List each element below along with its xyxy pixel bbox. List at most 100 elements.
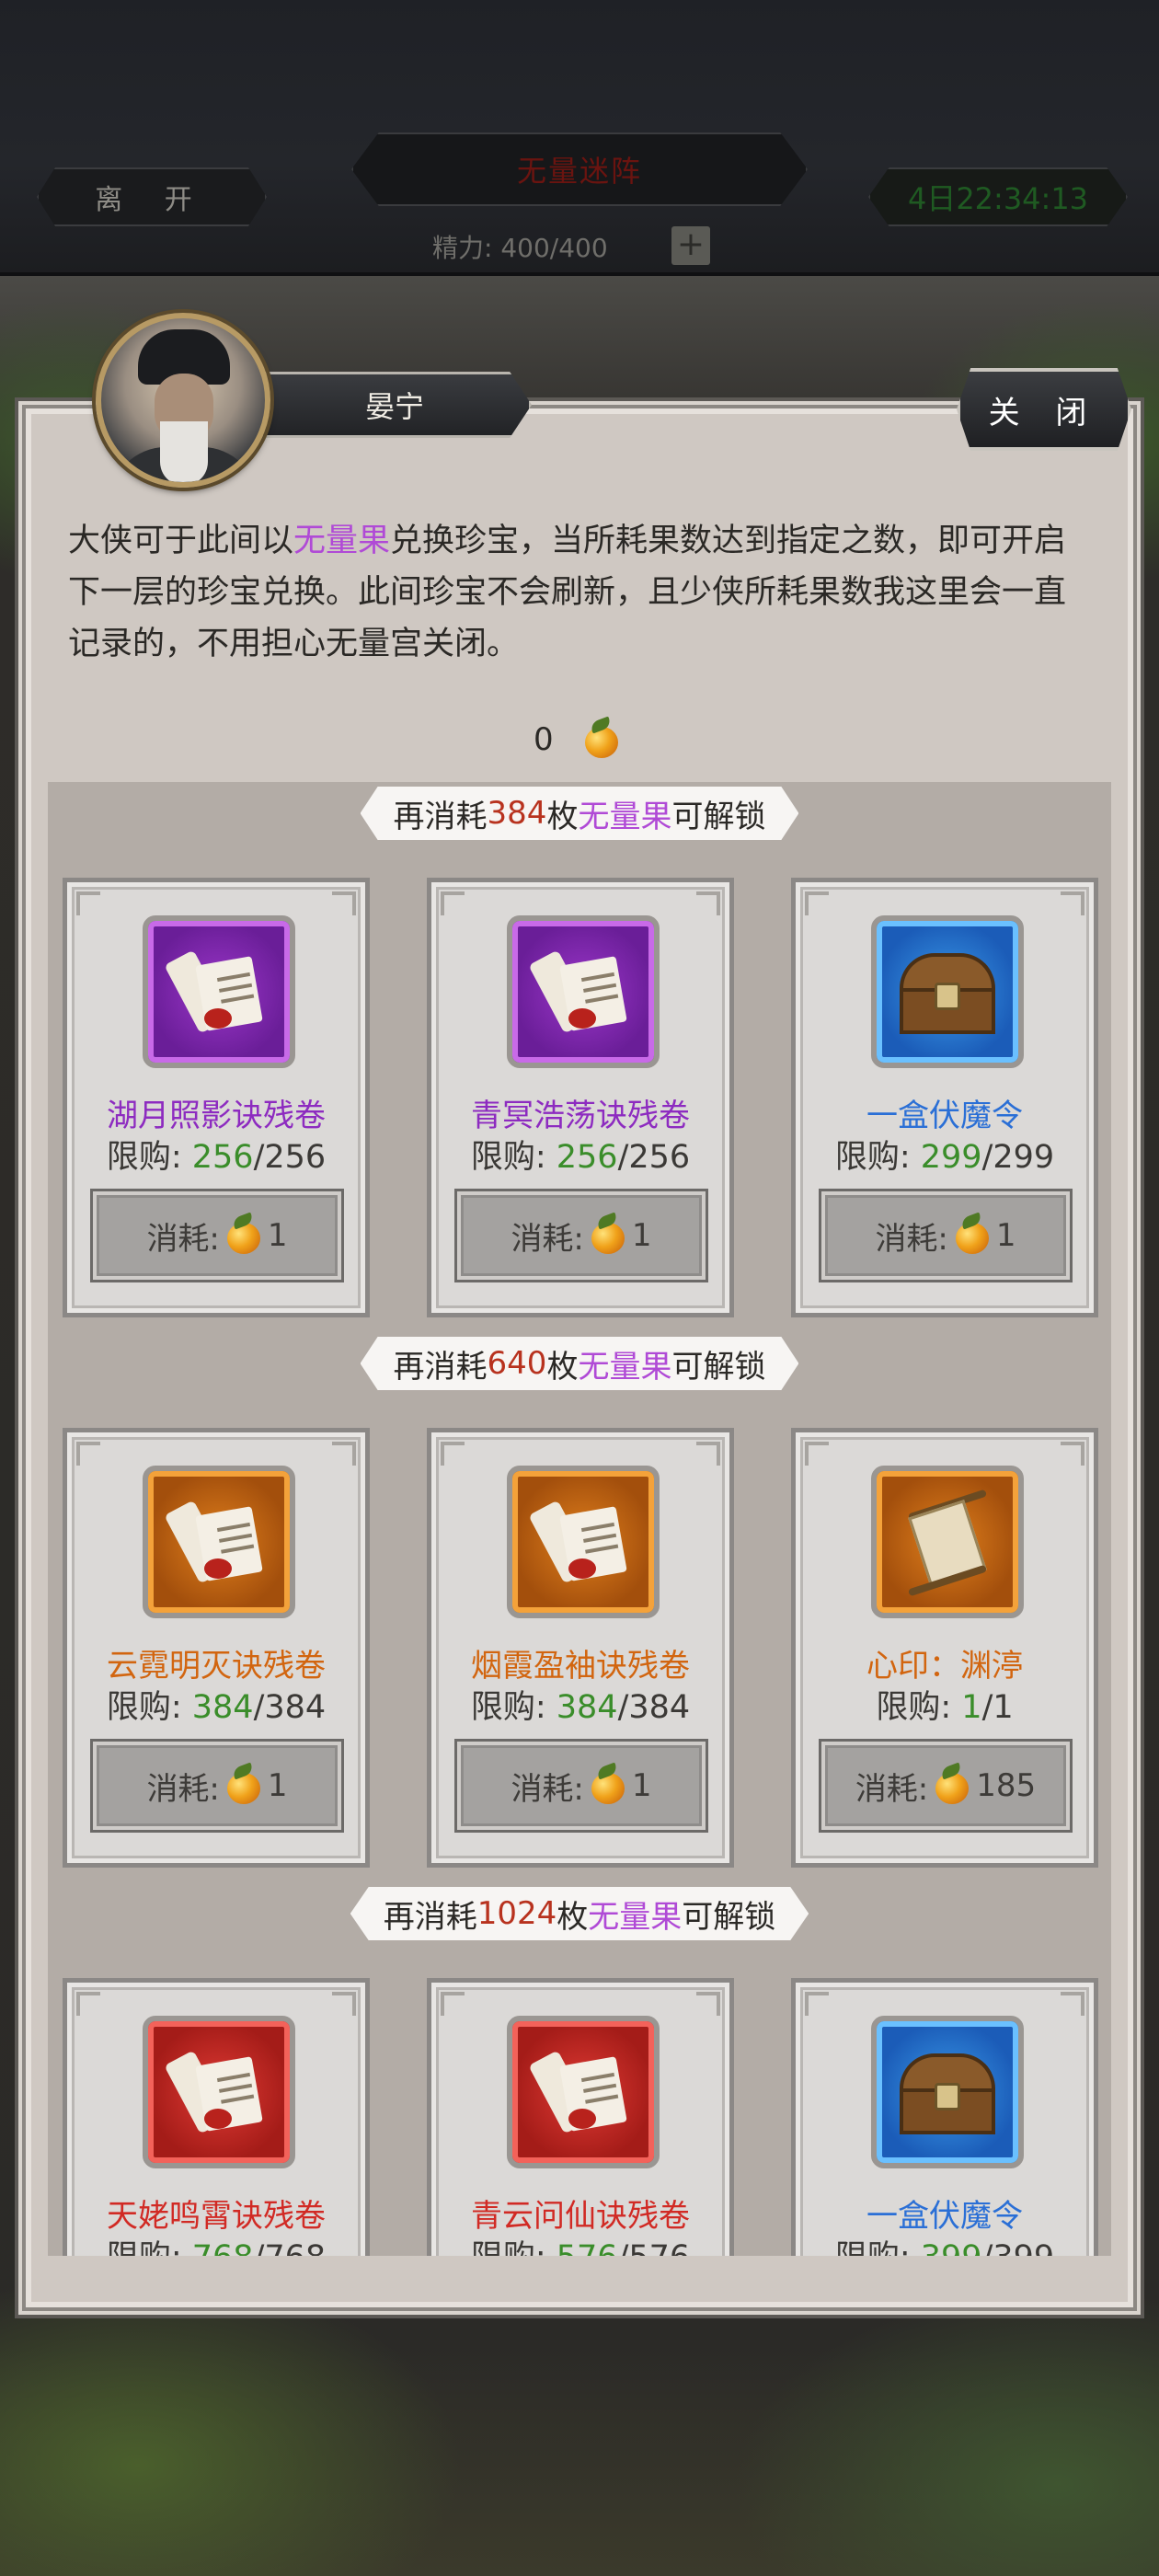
unlock-banner-mid: 枚 [546,1348,579,1386]
purchase-limit-max: /256 [617,1139,691,1176]
unlock-banner-fruit: 无量果 [588,1898,683,1936]
npc-portrait [96,313,270,488]
npc-name: 晏宁 [258,372,532,438]
top-bar: 离 开 无量迷阵 4日22:34:13 精力: 400/400 + [0,0,1159,276]
fruit-total-value: 0 [534,721,554,758]
reward-card[interactable]: 一盒伏魔令 限购: 299/299 消耗: 1 [791,878,1098,1317]
reward-card[interactable]: 一盒伏魔令限购: 399/399消耗:1 [791,1978,1098,2256]
unlock-banner-num: 384 [487,795,547,832]
scroll-icon[interactable] [507,2016,660,2168]
purchase-limit-remaining: 768 [192,2239,254,2256]
purchase-limit-max: /384 [617,1689,691,1726]
exchange-button[interactable]: 消耗: 1 [457,1742,706,1830]
reward-card[interactable]: 烟霞盈袖诀残卷 限购: 384/384 消耗: 1 [427,1428,734,1868]
scroll-icon[interactable] [507,915,660,1068]
cost-value: 1 [267,1217,288,1254]
stage-title: 无量迷阵 [351,132,808,206]
hanging-scroll-icon[interactable] [871,1466,1024,1618]
chest-icon[interactable] [871,2016,1024,2168]
add-energy-button[interactable]: + [671,226,710,265]
cost-label: 消耗: [146,1770,220,1808]
wuliang-fruit-icon [581,719,622,760]
purchase-limit-label: 限购: [471,2239,557,2256]
unlock-banner-fruit: 无量果 [578,798,672,835]
item-name: 青云问仙诀残卷 [471,2198,690,2235]
purchase-limit: 限购: 384/384 [67,1681,365,1728]
purchase-limit: 限购: 399/399 [796,2231,1094,2256]
unlock-banner-post: 可解锁 [682,1898,776,1936]
unlock-banner-num: 640 [487,1345,547,1382]
purchase-limit: 限购: 384/384 [431,1681,729,1728]
unlock-banner-mid: 枚 [557,1898,589,1936]
exchange-button[interactable]: 消耗: 1 [93,1191,341,1280]
exchange-button[interactable]: 消耗: 1 [457,1191,706,1280]
unlock-banner-text: 再消耗 384 枚无量果 可解锁 [360,787,799,840]
purchase-limit-label: 限购: [470,1139,557,1176]
purchase-limit-label: 限购: [106,1689,192,1726]
unlock-banner-text: 再消耗 640 枚无量果 可解锁 [360,1337,799,1390]
reward-card[interactable]: 湖月照影诀残卷 限购: 256/256 消耗: 1 [63,878,370,1317]
scroll-icon[interactable] [507,1466,660,1618]
purchase-limit-label: 限购: [835,2239,921,2256]
exchange-button[interactable]: 消耗: 1 [821,1191,1070,1280]
scroll-icon[interactable] [143,2016,295,2168]
purchase-limit-max: /1 [981,1689,1014,1726]
reward-list[interactable]: 再消耗 384 枚无量果 可解锁 湖月照影诀残卷 限购: 256/256 消耗: 1 青冥浩荡诀… [48,782,1111,2256]
wuliang-fruit-icon [952,1215,993,1256]
energy-label: 精力: 400/400 [432,233,608,263]
unlock-banner: 再消耗 1024 枚无量果 可解锁 [48,1886,1111,1941]
purchase-limit-label: 限购: [106,1139,192,1176]
purchase-limit-label: 限购: [470,1689,557,1726]
wuliang-fruit-icon [588,1215,628,1256]
leave-button[interactable]: 离 开 [37,167,267,226]
reward-card[interactable]: 云霓明灭诀残卷 限购: 384/384 消耗: 1 [63,1428,370,1868]
wuliang-fruit-icon [224,1215,264,1256]
purchase-limit-remaining: 399 [921,2239,982,2256]
scroll-icon[interactable] [143,915,295,1068]
item-name: 青冥浩荡诀残卷 [471,1098,690,1134]
countdown-timer: 4日22:34:13 [868,167,1128,226]
purchase-limit-max: /399 [982,2239,1055,2256]
purchase-limit-max: /256 [253,1139,327,1176]
unlock-banner-pre: 再消耗 [393,1348,488,1386]
cost-label: 消耗: [511,1220,584,1258]
purchase-limit-remaining: 576 [557,2239,618,2256]
exchange-button[interactable]: 消耗: 1 [93,1742,341,1830]
cost-value: 1 [267,1767,288,1804]
wuliang-fruit-icon [588,1765,628,1806]
purchase-limit-remaining: 299 [920,1139,982,1176]
unlock-banner-pre: 再消耗 [383,1898,477,1936]
purchase-limit: 限购: 256/256 [431,1131,729,1178]
purchase-limit-max: /384 [253,1689,327,1726]
item-name: 一盒伏魔令 [866,1098,1023,1134]
unlock-banner-pre: 再消耗 [393,798,488,835]
unlock-banner-post: 可解锁 [671,1348,766,1386]
cost-value: 185 [976,1767,1037,1804]
item-name: 一盒伏魔令 [866,2198,1023,2235]
cost-value: 1 [631,1217,652,1254]
cost-label: 消耗: [146,1220,220,1258]
exchange-button[interactable]: 消耗: 185 [821,1742,1070,1830]
chest-icon[interactable] [871,915,1024,1068]
item-name: 湖月照影诀残卷 [107,1098,326,1134]
close-button[interactable]: 关 闭 [957,368,1131,451]
reward-card[interactable]: 天姥鸣霄诀残卷限购: 768/768消耗:1 [63,1978,370,2256]
unlock-banner-post: 可解锁 [671,798,766,835]
purchase-limit-remaining: 256 [556,1139,618,1176]
scroll-icon[interactable] [143,1466,295,1618]
fruit-total: 0 [534,719,622,760]
purchase-limit-max: /576 [618,2239,691,2256]
reward-card[interactable]: 青云问仙诀残卷限购: 576/576消耗:1 [427,1978,734,2256]
wuliang-fruit-icon [932,1765,972,1806]
purchase-limit: 限购: 576/576 [431,2231,729,2256]
purchase-limit-label: 限购: [834,1139,921,1176]
cost-value: 1 [631,1767,652,1804]
unlock-banner-num: 1024 [476,1895,557,1932]
purchase-limit-remaining: 384 [556,1689,618,1726]
intro-text: 大侠可于此间以无量果兑换珍宝，当所耗果数达到指定之数，即可开启下一层的珍宝兑换。… [68,523,1067,662]
reward-card[interactable]: 心印：渊渟 限购: 1/1 消耗: 185 [791,1428,1098,1868]
reward-card[interactable]: 青冥浩荡诀残卷 限购: 256/256 消耗: 1 [427,878,734,1317]
item-name: 天姥鸣霄诀残卷 [107,2198,326,2235]
purchase-limit-remaining: 256 [191,1139,254,1176]
cost-label: 消耗: [511,1770,584,1808]
